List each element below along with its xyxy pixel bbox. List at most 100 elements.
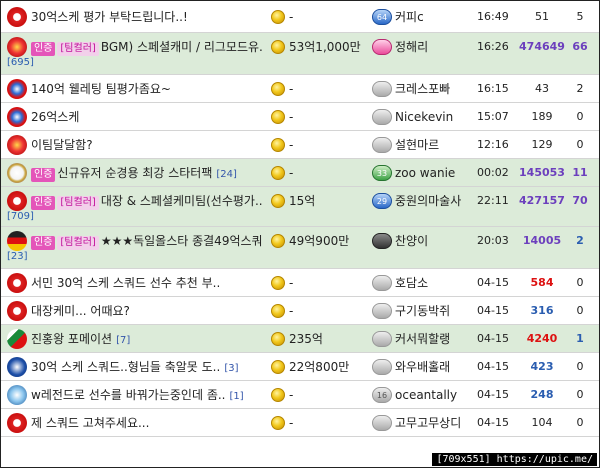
post-title-text: 서민 30억 스케 스쿼드 선수 추천 부.. [31, 276, 221, 290]
table-row[interactable]: 인증 [팀컬러] BGM) 스페셜캐미 / 리그모드유.. [695] 53억1,000… [1, 33, 599, 75]
post-title-text: 대장 & 스페셜케미팀(선수평가.. [100, 194, 263, 208]
coin-icon [271, 360, 285, 374]
author-name[interactable]: 중원의마술사 [395, 193, 477, 209]
post-time: 20:03 [477, 234, 509, 247]
table-row[interactable]: 인증 [팀컬러] ★★★독일올스타 종결49억스쿼.. [23] 49억900만 찬양이 2… [1, 227, 599, 269]
table-row[interactable]: 서민 30억 스케 스쿼드 선수 추천 부.. - 호담소 04-15 584 0 [1, 269, 599, 297]
post-title-link[interactable]: 인증 [팀컬러] BGM) 스페셜캐미 / 리그모드유.. [31, 39, 263, 56]
post-title-link[interactable]: 이팀달달함? [31, 137, 263, 153]
team-color-badge: [팀컬러] [57, 42, 99, 56]
recommend-count: 0 [576, 388, 584, 401]
post-title-link[interactable]: 대장케미... 어때요? [31, 303, 263, 319]
coin-icon [271, 416, 285, 430]
club-emblem-icon [7, 163, 27, 183]
post-title-link[interactable]: 인증 [팀컬러] 대장 & 스페셜케미팀(선수평가.. [31, 193, 263, 210]
coin-icon [271, 110, 285, 124]
post-title-link[interactable]: 서민 30억 스케 스쿼드 선수 추천 부.. [31, 275, 263, 291]
author-name[interactable]: 찬양이 [395, 233, 477, 249]
user-level-icon [372, 275, 392, 291]
post-time: 16:26 [477, 40, 509, 53]
table-row[interactable]: 인증 [팀컬러] 대장 & 스페셜케미팀(선수평가.. [709] 15억 29 중원의마술… [1, 187, 599, 227]
post-title-link[interactable]: 26억스케 [31, 109, 263, 125]
author-name[interactable]: 정해리 [395, 39, 477, 55]
post-title-link[interactable]: 30억 스케 스쿼드..형님들 축알못 도.. [3] [31, 359, 263, 377]
club-emblem-icon [7, 231, 27, 251]
author-name[interactable]: 커서뭐할랭 [395, 331, 477, 347]
comment-count[interactable]: [1] [230, 391, 244, 402]
coin-icon [271, 10, 285, 24]
table-row[interactable]: 인증 신규유저 순경용 최강 스타터팩 [24] - 33 zoo wanie 00:02 1… [1, 159, 599, 187]
table-row[interactable]: 이팀달달함? - 설현마르 12:16 129 0 [1, 131, 599, 159]
comment-count[interactable]: [3] [224, 363, 238, 374]
author-name[interactable]: 크레스포빠 [395, 81, 477, 97]
user-level-icon: 29 [372, 193, 392, 209]
table-row[interactable]: 진홍왕 포메이션 [7] 235억 커서뭐할랭 04-15 4240 1 [1, 325, 599, 353]
post-title-link[interactable]: w레전드로 선수를 바꿔가는중인데 좀.. [1] [31, 387, 263, 405]
view-count: 427157 [519, 194, 565, 207]
author-name[interactable]: 호담소 [395, 275, 477, 291]
author-name[interactable]: 고무고무상디 [395, 415, 477, 431]
post-time: 04-15 [477, 276, 509, 289]
table-row[interactable]: 제 스쿼드 고쳐주세요... - 고무고무상디 04-15 104 0 [1, 409, 599, 437]
table-row[interactable]: 26억스케 - Nicekevin 15:07 189 0 [1, 103, 599, 131]
post-title-link[interactable]: 진홍왕 포메이션 [7] [31, 331, 263, 349]
club-emblem-icon [7, 191, 27, 211]
user-level-icon: 64 [372, 9, 392, 25]
verified-badge: 인증 [31, 42, 56, 56]
table-row[interactable]: 대장케미... 어때요? - 구기동박쥐 04-15 316 0 [1, 297, 599, 325]
author-name[interactable]: 구기동박쥐 [395, 303, 477, 319]
club-emblem-icon [7, 7, 27, 27]
verified-badge: 인증 [31, 196, 56, 210]
author-name[interactable]: zoo wanie [395, 165, 477, 181]
verified-badge: 인증 [31, 236, 56, 250]
user-level-icon [372, 415, 392, 431]
author-name[interactable]: Nicekevin [395, 109, 477, 125]
author-name[interactable]: 커피c [395, 9, 477, 25]
post-title-link[interactable]: 제 스쿼드 고쳐주세요... [31, 415, 263, 431]
recommend-count: 0 [576, 276, 584, 289]
user-level-icon [372, 39, 392, 55]
post-title-text: 제 스쿼드 고쳐주세요... [31, 416, 150, 430]
post-title-text: 30억스케 평가 부탁드립니다..! [31, 10, 188, 24]
comment-count[interactable]: [23] [7, 251, 28, 262]
post-title-text: 140억 웰레팅 팀평가좀요~ [31, 82, 171, 96]
post-title-link[interactable]: 인증 [팀컬러] ★★★독일올스타 종결49억스쿼.. [31, 233, 263, 250]
comment-count[interactable]: [695] [7, 57, 34, 68]
squad-value: 235억 [289, 332, 323, 346]
post-time: 16:49 [477, 10, 509, 23]
squad-value: - [289, 276, 294, 290]
post-title-text: BGM) 스페셜캐미 / 리그모드유.. [100, 40, 263, 54]
post-time: 00:02 [477, 166, 509, 179]
table-row[interactable]: 30억 스케 스쿼드..형님들 축알못 도.. [3] 22억800만 와우배홀래 04… [1, 353, 599, 381]
post-title-link[interactable]: 인증 신규유저 순경용 최강 스타터팩 [24] [31, 165, 263, 183]
club-emblem-icon [7, 37, 27, 57]
author-name[interactable]: oceantally [395, 387, 477, 403]
view-count: 248 [530, 388, 554, 401]
comment-count[interactable]: [709] [7, 211, 34, 222]
view-count: 129 [531, 138, 553, 151]
comment-count[interactable]: [7] [116, 335, 130, 346]
view-count: 584 [530, 276, 554, 289]
author-name[interactable]: 설현마르 [395, 137, 477, 153]
coin-icon [271, 138, 285, 152]
club-emblem-icon [7, 357, 27, 377]
post-title-link[interactable]: 30억스케 평가 부탁드립니다..! [31, 9, 263, 25]
view-count: 104 [531, 416, 553, 429]
post-title-link[interactable]: 140억 웰레팅 팀평가좀요~ [31, 81, 263, 97]
squad-value: - [289, 138, 294, 152]
table-row[interactable]: w레전드로 선수를 바꿔가는중인데 좀.. [1] - 16 oceantally 04-… [1, 381, 599, 409]
coin-icon [271, 82, 285, 96]
view-count: 316 [530, 304, 554, 317]
author-name[interactable]: 와우배홀래 [395, 359, 477, 375]
team-color-badge: [팀컬러] [57, 196, 99, 210]
post-title-text: w레전드로 선수를 바꿔가는중인데 좀.. [31, 388, 226, 402]
post-title-text: 진홍왕 포메이션 [31, 332, 113, 346]
table-row[interactable]: 140억 웰레팅 팀평가좀요~ - 크레스포빠 16:15 43 2 [1, 75, 599, 103]
squad-value: - [289, 82, 294, 96]
comment-count[interactable]: [24] [216, 169, 237, 180]
squad-value: 53억1,000만 [289, 40, 361, 54]
squad-value: - [289, 388, 294, 402]
table-row[interactable]: 30억스케 평가 부탁드립니다..! - 64 커피c 16:49 51 5 [1, 1, 599, 33]
user-level-icon: 16 [372, 387, 392, 403]
view-count: 43 [535, 82, 549, 95]
